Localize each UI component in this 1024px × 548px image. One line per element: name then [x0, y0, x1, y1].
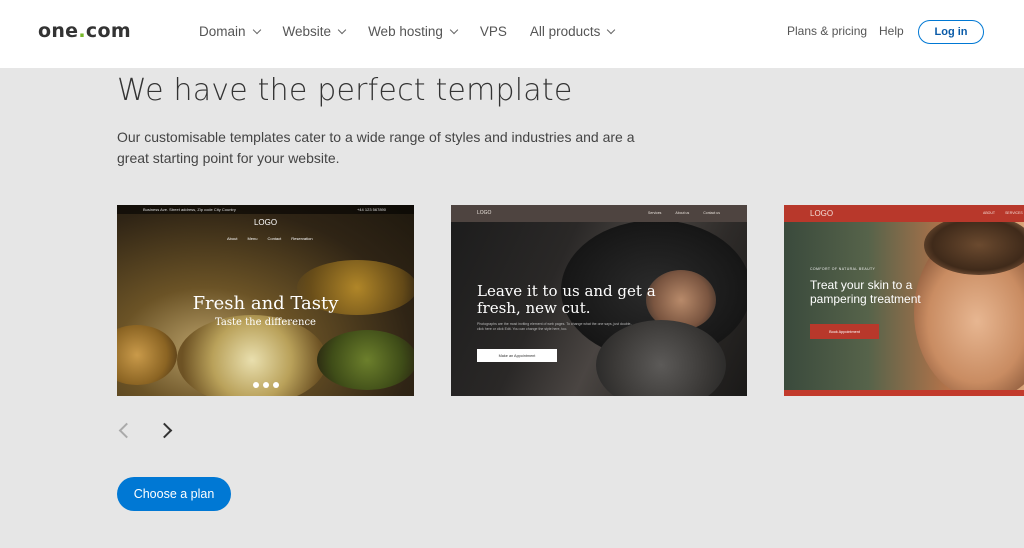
template-navbar: LOGO Services About us Contact us	[451, 205, 747, 222]
template-menu: Services About us Contact us	[648, 211, 720, 215]
template-menu-item: About	[227, 236, 238, 241]
template-body-text: Photographs are the most inviting elemen…	[477, 322, 632, 331]
template-social-icons	[253, 382, 279, 388]
chevron-down-icon	[449, 25, 459, 34]
help-link[interactable]: Help	[879, 24, 904, 38]
chevron-down-icon	[607, 25, 616, 34]
template-menu: ABOUT SERVICES	[983, 211, 1023, 215]
nav-label: VPS	[479, 24, 507, 39]
logo-text-tail: com	[85, 20, 131, 42]
template-kicker: COMFORT OF NATURAL BEAUTY	[810, 267, 876, 271]
hair-shape	[924, 215, 1024, 275]
template-address: Business Ave. Street address, Zip code C…	[143, 207, 236, 212]
nav-label: Website	[282, 24, 332, 39]
social-icon	[273, 382, 279, 388]
template-navbar: LOGO ABOUT SERVICES	[784, 205, 1024, 222]
nav-item-website[interactable]: Website	[282, 24, 347, 39]
template-phone: +44 123 567890	[356, 207, 386, 212]
template-hero-title: Fresh and Tasty	[192, 293, 339, 314]
social-icon	[263, 382, 269, 388]
template-menu-item: Services	[648, 211, 662, 215]
template-card-barber[interactable]: LOGO Services About us Contact us Leave …	[451, 205, 747, 396]
logo-text-main: one	[38, 20, 79, 42]
logo-dot: .	[78, 20, 86, 42]
template-menu-item: Contact us	[703, 211, 720, 215]
template-menu-item: About us	[675, 211, 690, 215]
site-header: one.com Domain Website Web hosting VPS A…	[0, 0, 1024, 68]
template-menu-item: ABOUT	[983, 211, 996, 215]
template-menu-item: Menu	[247, 236, 258, 241]
page-title: We have the perfect template	[117, 73, 573, 108]
page-subtitle: Our customisable templates cater to a wi…	[117, 129, 635, 166]
template-card-skincare[interactable]: LOGO ABOUT SERVICES COMFORT OF NATURAL B…	[784, 205, 1024, 396]
template-bottom-bar	[784, 390, 1024, 396]
nav-item-all-products[interactable]: All products	[529, 24, 616, 39]
template-hero-title: Leave it to us and get a fresh, new cut.	[477, 282, 656, 317]
template-logo: LOGO	[477, 210, 492, 216]
nav-label: All products	[529, 24, 601, 39]
template-menu: About Menu Contact Reservation	[227, 236, 313, 241]
template-menu-item: SERVICES	[1005, 211, 1023, 215]
template-book-button: Book Appointment	[810, 324, 879, 339]
template-logo: LOGO	[810, 209, 834, 218]
chevron-down-icon	[252, 25, 261, 34]
template-card-restaurant[interactable]: Business Ave. Street address, Zip code C…	[117, 205, 414, 396]
nav-label: Web hosting	[368, 24, 443, 39]
plans-pricing-link[interactable]: Plans & pricing	[787, 24, 867, 38]
template-logo: LOGO	[253, 218, 278, 227]
nav-label: Domain	[199, 24, 246, 39]
main-nav: Domain Website Web hosting VPS All produ…	[199, 24, 637, 39]
social-icon	[253, 382, 259, 388]
chevron-down-icon	[337, 25, 347, 34]
site-logo[interactable]: one.com	[38, 20, 131, 42]
food-bowl-shape	[317, 330, 414, 390]
choose-plan-button[interactable]: Choose a plan	[117, 477, 231, 511]
nav-item-domain[interactable]: Domain	[199, 24, 261, 39]
template-hero-subtitle: Taste the difference	[215, 317, 316, 328]
template-topbar: Business Ave. Street address, Zip code C…	[117, 205, 414, 214]
template-menu-item: Reservation	[291, 236, 313, 241]
chevron-right-icon[interactable]	[156, 422, 173, 439]
food-bowl-shape	[117, 325, 177, 385]
template-menu-item: Contact	[267, 236, 282, 241]
template-appointment-button: Make an Appointment	[477, 349, 557, 362]
template-hero-title: Treat your skin to a pampering treatment	[810, 278, 921, 306]
login-button[interactable]: Log in	[918, 20, 984, 44]
nav-item-vps[interactable]: VPS	[480, 24, 507, 39]
nav-item-web-hosting[interactable]: Web hosting	[368, 24, 459, 39]
chevron-left-icon[interactable]	[118, 422, 135, 439]
